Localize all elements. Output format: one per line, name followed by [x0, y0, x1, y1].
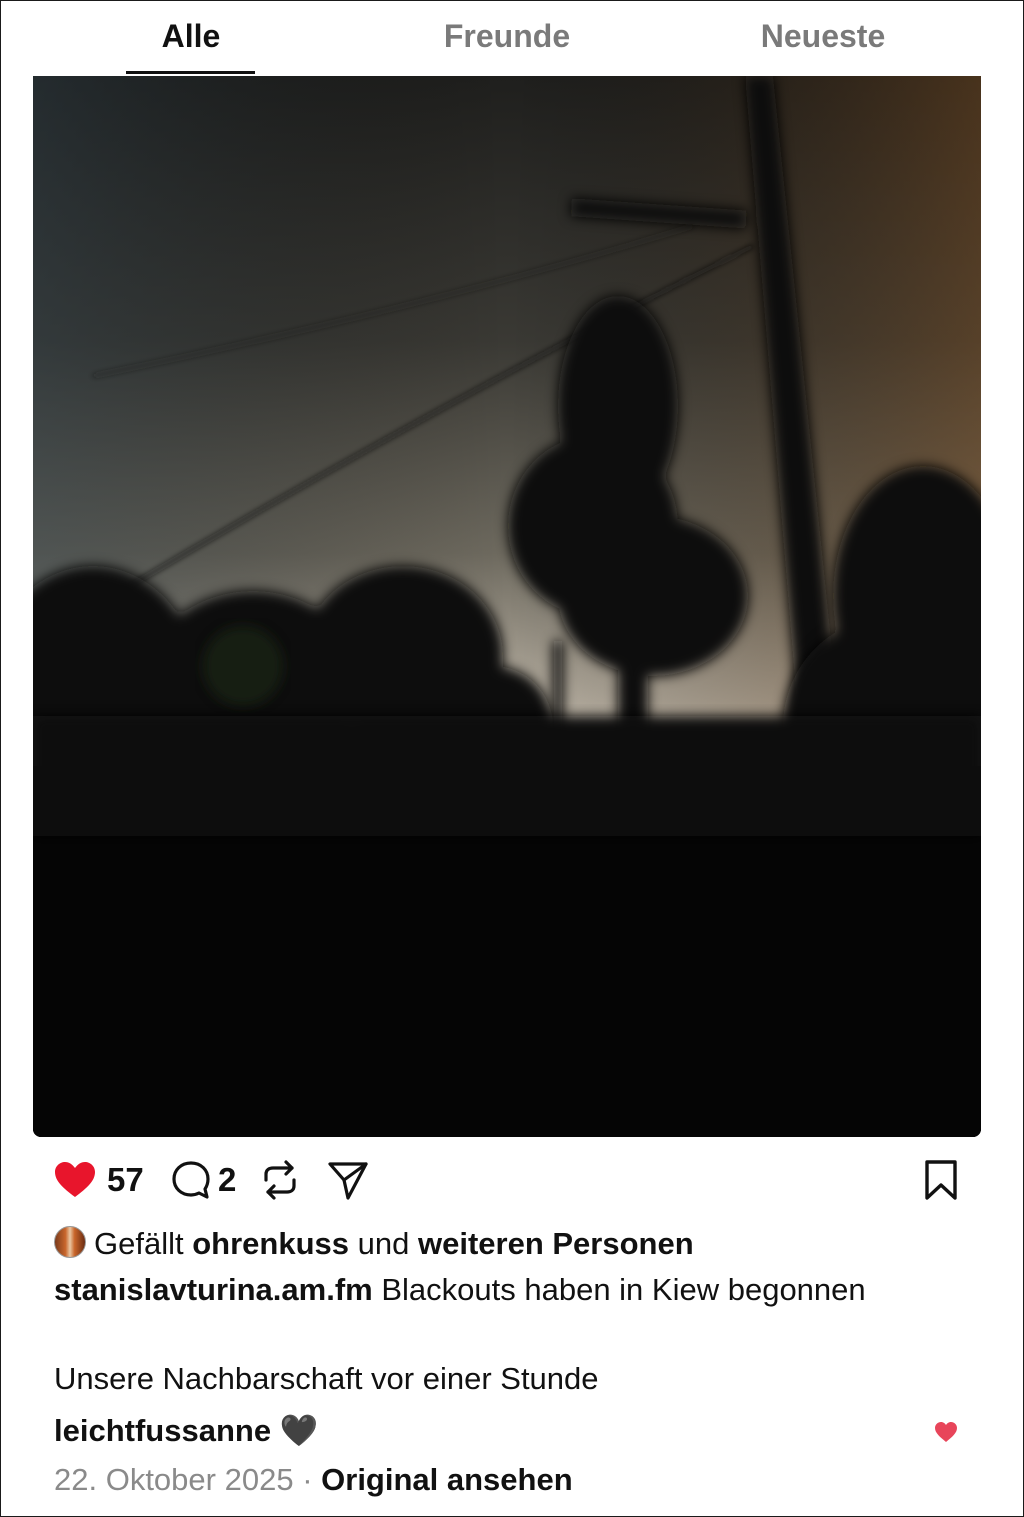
night-silhouette-photo [33, 76, 981, 1137]
tab-freunde[interactable]: Freunde [427, 18, 587, 58]
post-author-username[interactable]: stanislavturina.am.fm [54, 1272, 373, 1307]
repost-icon[interactable] [258, 1158, 302, 1202]
feed-tabs: Alle Freunde Neueste [33, 0, 981, 76]
comment-count[interactable]: 2 [218, 1161, 236, 1199]
liked-by-line: Gefällt ohrenkuss und weiteren Personen [54, 1226, 694, 1262]
post-meta-line: 22. Oktober 2025 · Original ansehen [54, 1462, 573, 1498]
liker-username[interactable]: ohrenkuss [192, 1226, 349, 1261]
caption-second-line: Unsere Nachbarschaft vor einer Stunde [54, 1361, 599, 1396]
active-tab-indicator [126, 71, 255, 74]
bookmark-icon[interactable] [919, 1158, 963, 1202]
meta-separator: · [302, 1462, 313, 1497]
comment-bubble-icon[interactable] [169, 1158, 213, 1202]
tab-neueste[interactable]: Neueste [743, 18, 903, 58]
top-comment: leichtfussanne 🖤 [54, 1412, 318, 1449]
post-action-bar: 57 2 [53, 1150, 963, 1210]
comment-like-heart-icon[interactable] [934, 1421, 958, 1443]
comment-text: 🖤 [279, 1413, 319, 1448]
paper-plane-icon[interactable] [326, 1158, 370, 1202]
liker-avatar[interactable] [54, 1226, 86, 1258]
caption-line: stanislavturina.am.fm Blackouts haben in… [54, 1272, 866, 1308]
caption-text: Blackouts haben in Kiew begonnen [381, 1272, 866, 1307]
liked-by-prefix: Gefällt [94, 1226, 184, 1261]
heart-filled-icon[interactable] [53, 1158, 97, 1202]
view-original-link[interactable]: Original ansehen [321, 1462, 573, 1497]
liked-by-others-link[interactable]: weiteren Personen [418, 1226, 694, 1261]
tab-alle[interactable]: Alle [126, 18, 256, 58]
liked-by-middle: und [357, 1226, 410, 1261]
post-image[interactable] [33, 76, 981, 1137]
comment-username[interactable]: leichtfussanne [54, 1413, 271, 1448]
like-count[interactable]: 57 [107, 1161, 144, 1199]
post-date: 22. Oktober 2025 [54, 1462, 294, 1497]
